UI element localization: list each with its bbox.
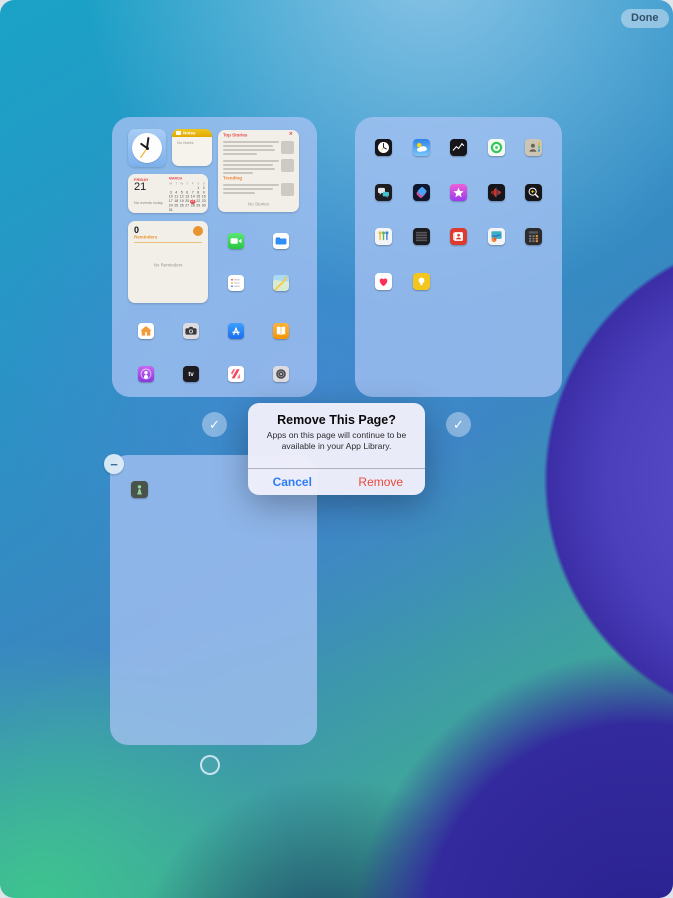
tv-app-icon: tv bbox=[183, 366, 199, 382]
podcasts-app-icon bbox=[138, 366, 154, 382]
chart-app-icon bbox=[487, 228, 505, 245]
voice-memos-app-icon bbox=[487, 183, 505, 201]
tips-app-icon bbox=[412, 272, 430, 290]
dialog-title: Remove This Page? bbox=[277, 413, 396, 427]
remove-page-dialog: Remove This Page? Apps on this page will… bbox=[248, 403, 425, 495]
keys-app-icon bbox=[375, 228, 392, 245]
chess-app-icon bbox=[131, 481, 148, 498]
reminders-list-app-icon bbox=[228, 275, 244, 291]
maps-app-icon bbox=[273, 275, 289, 291]
shortcuts-app-icon bbox=[412, 183, 430, 201]
svg-text:tv: tv bbox=[188, 372, 194, 378]
files-app-icon bbox=[273, 233, 289, 249]
minus-glyph: − bbox=[110, 456, 118, 472]
remove-button[interactable]: Remove bbox=[337, 469, 426, 495]
page-2-selected-checkbox[interactable]: ✓ bbox=[446, 412, 471, 437]
translate-app-icon bbox=[375, 183, 392, 201]
camera-app-icon bbox=[183, 323, 199, 339]
itunes-store-app-icon bbox=[450, 183, 467, 201]
dialog-message: Apps on this page will continue to be av… bbox=[266, 430, 407, 452]
page-1-selected-checkbox[interactable]: ✓ bbox=[202, 412, 227, 437]
books-app-icon bbox=[273, 323, 289, 339]
page-2-app-grid bbox=[355, 117, 562, 397]
cancel-button[interactable]: Cancel bbox=[248, 469, 337, 495]
checkmark-icon: ✓ bbox=[209, 416, 220, 432]
home-app-icon bbox=[138, 323, 154, 339]
weather-app-icon bbox=[412, 139, 430, 156]
red-address-book-app-icon bbox=[450, 228, 467, 245]
contacts-app-icon bbox=[525, 139, 542, 156]
done-button[interactable]: Done bbox=[621, 9, 669, 28]
ipad-edit-pages-screen: Done Notes No Notes Top Stories × Trendi… bbox=[0, 0, 673, 898]
magnifier-app-icon bbox=[525, 183, 542, 201]
clock-app-icon bbox=[375, 139, 392, 156]
home-page-thumbnail-2[interactable] bbox=[355, 117, 562, 397]
health-app-icon bbox=[375, 272, 392, 290]
app-store-app-icon bbox=[228, 323, 244, 339]
dark-rows-app-icon bbox=[412, 228, 430, 245]
news-app-icon bbox=[228, 366, 244, 382]
facetime-app-icon bbox=[228, 233, 244, 249]
page-3-unselected-checkbox[interactable] bbox=[200, 755, 220, 775]
checkmark-icon: ✓ bbox=[453, 416, 464, 432]
find-my-app-icon bbox=[487, 139, 505, 156]
calculator-app-icon bbox=[525, 228, 542, 245]
stocks-app-icon bbox=[450, 139, 467, 156]
remove-page-minus-icon[interactable]: − bbox=[104, 454, 124, 474]
page-3-app-grid bbox=[110, 455, 317, 745]
page-1-app-grid: tv bbox=[112, 117, 317, 397]
dialog-buttons: Cancel Remove bbox=[248, 468, 425, 495]
home-page-thumbnail-3[interactable] bbox=[110, 455, 317, 745]
settings-app-icon bbox=[273, 366, 289, 382]
home-page-thumbnail-1[interactable]: Notes No Notes Top Stories × Trending No… bbox=[112, 117, 317, 397]
